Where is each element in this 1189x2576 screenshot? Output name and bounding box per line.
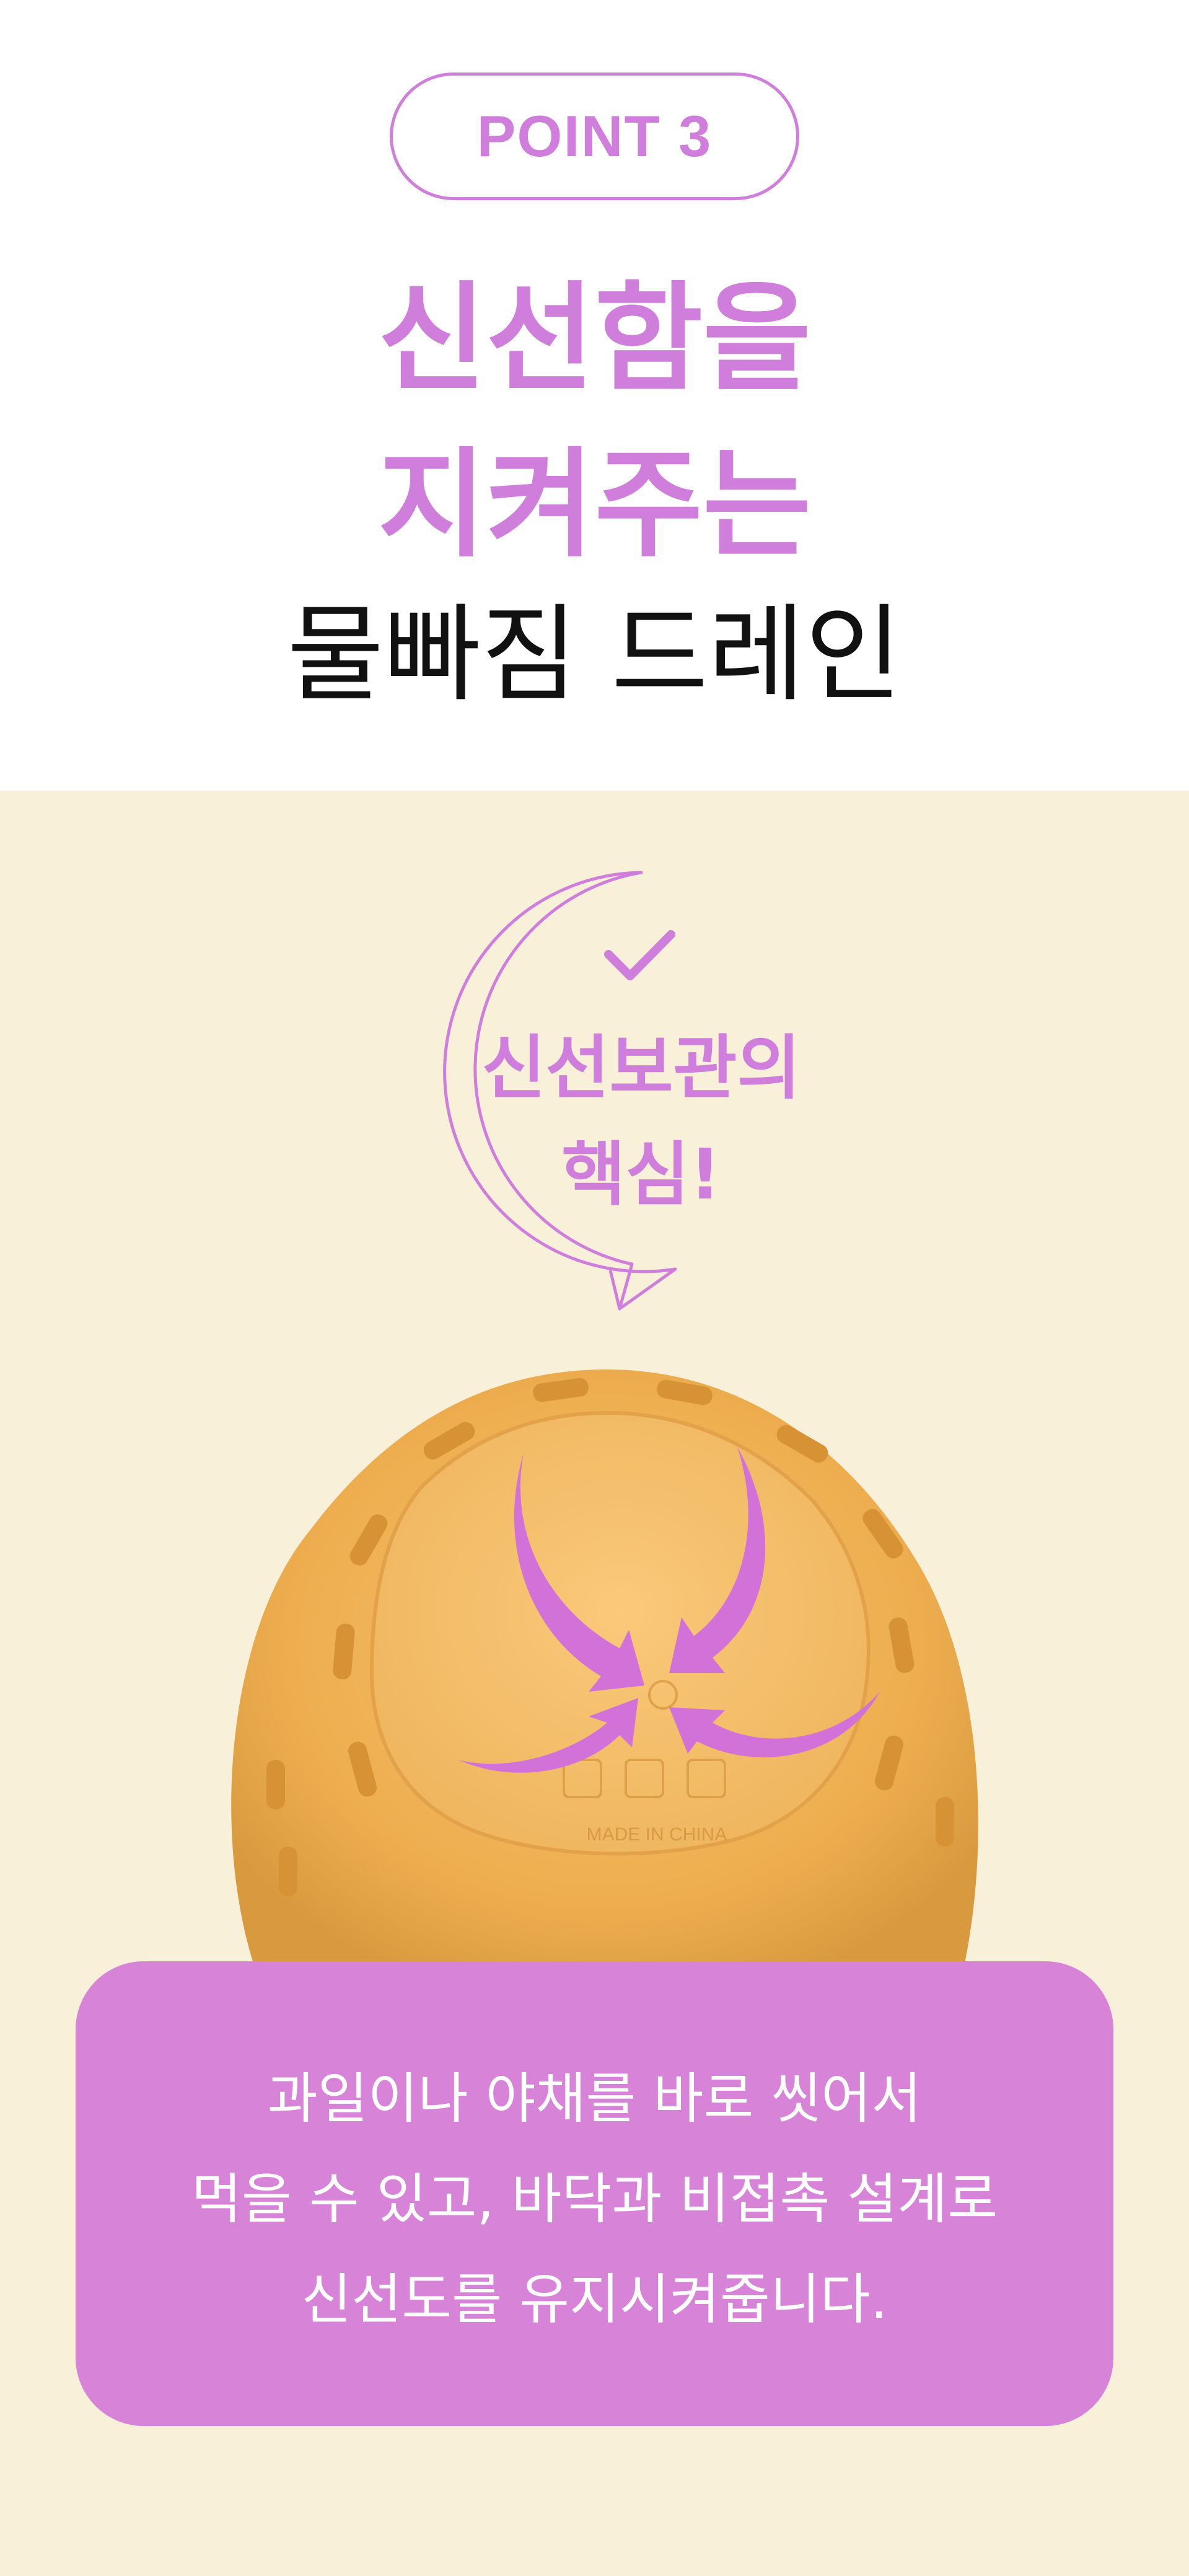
info-line-2: 먹을 수 있고, 바닥과 비접촉 설계로	[191, 2167, 998, 2231]
headline-line-3: 물빠짐 드레인	[287, 594, 902, 716]
headline-line-2: 지켜주는	[377, 436, 812, 573]
point-badge: POINT 3	[390, 73, 799, 200]
headline-line-1: 신선함을	[377, 270, 812, 407]
drain-basket-product: MADE IN CHINA	[231, 1369, 978, 1983]
info-line-3: 신선도를 유지시켜줍니다.	[301, 2267, 888, 2331]
embossed-text: MADE IN CHINA	[587, 1824, 727, 1845]
bubble-line-1: 신선보관의	[481, 1028, 801, 1109]
bubble-line-2: 핵심!	[561, 1135, 721, 1215]
top-section: POINT 3 신선함을 지켜주는 물빠짐 드레인	[0, 0, 1189, 791]
info-box: 과일이나 야채를 바로 씻어서 먹을 수 있고, 바닥과 비접촉 설계로 신선도…	[76, 1961, 1113, 2426]
check-icon	[604, 930, 675, 980]
info-line-1: 과일이나 야채를 바로 씻어서	[267, 2067, 922, 2130]
